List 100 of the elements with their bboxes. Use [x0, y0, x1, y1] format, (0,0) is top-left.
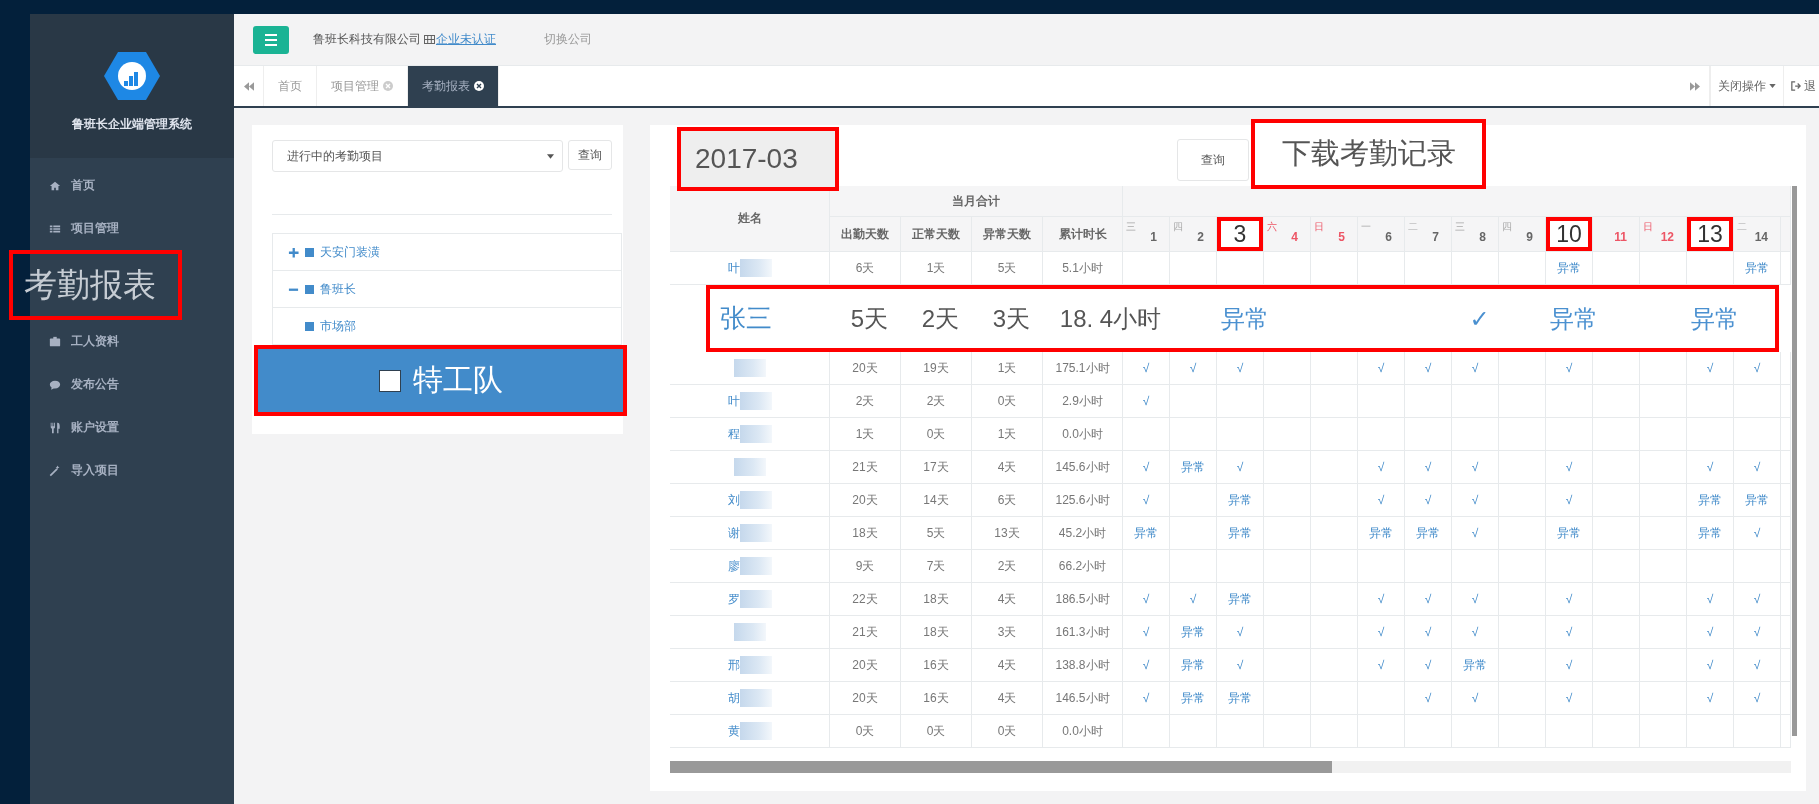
- table-cell[interactable]: √: [1405, 682, 1452, 715]
- table-cell[interactable]: 异常: [1217, 517, 1264, 550]
- table-cell[interactable]: √: [1452, 517, 1499, 550]
- employee-name-link[interactable]: 张三: [710, 301, 834, 336]
- table-cell[interactable]: [1687, 385, 1734, 418]
- table-cell[interactable]: [1499, 418, 1546, 451]
- table-cell[interactable]: 异常: [1405, 517, 1452, 550]
- table-cell[interactable]: √: [1358, 616, 1405, 649]
- table-cell[interactable]: [1593, 550, 1640, 583]
- table-cell[interactable]: [1499, 517, 1546, 550]
- table-cell[interactable]: [1499, 649, 1546, 682]
- table-cell[interactable]: [1593, 583, 1640, 616]
- table-cell[interactable]: √: [1687, 616, 1734, 649]
- sidebar-item[interactable]: 导入项目: [30, 449, 234, 492]
- table-cell[interactable]: 异常: [1687, 517, 1734, 550]
- table-cell[interactable]: [1170, 550, 1217, 583]
- table-cell[interactable]: √: [1687, 583, 1734, 616]
- table-cell[interactable]: √: [1123, 649, 1170, 682]
- table-cell[interactable]: √: [1734, 583, 1781, 616]
- table-cell[interactable]: [1358, 550, 1405, 583]
- table-cell[interactable]: [1264, 649, 1311, 682]
- table-cell[interactable]: √: [1734, 352, 1781, 385]
- table-cell[interactable]: [1499, 484, 1546, 517]
- tab[interactable]: 考勤报表: [408, 66, 499, 106]
- table-cell[interactable]: [1311, 583, 1358, 616]
- table-cell[interactable]: √: [1546, 451, 1593, 484]
- table-cell[interactable]: [1734, 715, 1781, 748]
- table-cell[interactable]: [1499, 550, 1546, 583]
- table-cell[interactable]: [1405, 715, 1452, 748]
- query-button[interactable]: 查询: [1177, 139, 1249, 181]
- sidebar-item[interactable]: 账户设置: [30, 406, 234, 449]
- table-cell[interactable]: √: [1358, 484, 1405, 517]
- tree-item[interactable]: 鲁班长: [273, 271, 621, 308]
- table-cell[interactable]: [1593, 682, 1640, 715]
- table-cell[interactable]: [1264, 715, 1311, 748]
- table-cell[interactable]: [1734, 385, 1781, 418]
- table-cell[interactable]: √: [1452, 583, 1499, 616]
- table-cell[interactable]: [1358, 418, 1405, 451]
- table-cell[interactable]: √: [1123, 682, 1170, 715]
- table-cell[interactable]: [1593, 451, 1640, 484]
- table-cell[interactable]: √: [1734, 616, 1781, 649]
- table-cell[interactable]: [1640, 616, 1687, 649]
- plus-icon[interactable]: [288, 246, 299, 258]
- table-cell[interactable]: √: [1452, 352, 1499, 385]
- table-cell[interactable]: [1311, 682, 1358, 715]
- tab[interactable]: 首页: [264, 66, 317, 106]
- table-cell[interactable]: 异常: [1217, 484, 1264, 517]
- table-cell[interactable]: [1593, 649, 1640, 682]
- table-cell[interactable]: [1687, 550, 1734, 583]
- table-cell[interactable]: [1311, 517, 1358, 550]
- table-cell[interactable]: [1593, 517, 1640, 550]
- table-cell[interactable]: [1593, 616, 1640, 649]
- month-field[interactable]: 2017-03: [677, 127, 839, 191]
- table-cell[interactable]: [1640, 385, 1687, 418]
- table-cell[interactable]: [1170, 385, 1217, 418]
- table-cell[interactable]: [1217, 385, 1264, 418]
- table-cell[interactable]: √: [1358, 649, 1405, 682]
- table-cell[interactable]: √: [1358, 352, 1405, 385]
- table-cell[interactable]: [1311, 451, 1358, 484]
- table-cell[interactable]: 异常: [1217, 682, 1264, 715]
- employee-name-link[interactable]: 黄: [727, 722, 740, 740]
- employee-name-link[interactable]: 叶: [727, 392, 740, 410]
- table-cell[interactable]: √: [1123, 616, 1170, 649]
- table-cell[interactable]: [1593, 352, 1640, 385]
- table-cell[interactable]: √: [1452, 484, 1499, 517]
- table-cell[interactable]: [1546, 385, 1593, 418]
- table-cell[interactable]: 异常: [1217, 583, 1264, 616]
- attendance-mark[interactable]: 异常: [1690, 302, 1739, 335]
- table-cell[interactable]: [1311, 715, 1358, 748]
- table-cell[interactable]: [1640, 451, 1687, 484]
- table-cell[interactable]: [1264, 550, 1311, 583]
- table-cell[interactable]: √: [1358, 451, 1405, 484]
- table-cell[interactable]: [1264, 682, 1311, 715]
- table-cell[interactable]: [1264, 616, 1311, 649]
- table-cell[interactable]: √: [1687, 649, 1734, 682]
- table-cell[interactable]: [1311, 484, 1358, 517]
- table-cell[interactable]: [1358, 385, 1405, 418]
- table-cell[interactable]: √: [1217, 352, 1264, 385]
- table-cell[interactable]: [1170, 418, 1217, 451]
- table-cell[interactable]: [1734, 418, 1781, 451]
- table-cell[interactable]: [1546, 418, 1593, 451]
- table-cell[interactable]: √: [1687, 682, 1734, 715]
- table-cell[interactable]: √: [1452, 616, 1499, 649]
- table-cell[interactable]: [1499, 682, 1546, 715]
- table-cell[interactable]: [1640, 682, 1687, 715]
- table-cell[interactable]: [1217, 418, 1264, 451]
- table-cell[interactable]: √: [1217, 451, 1264, 484]
- table-cell[interactable]: [1640, 418, 1687, 451]
- employee-name-link[interactable]: 胡: [727, 689, 740, 707]
- table-cell[interactable]: [1499, 616, 1546, 649]
- table-cell[interactable]: √: [1452, 682, 1499, 715]
- employee-name-link[interactable]: 廖: [727, 557, 740, 575]
- table-cell[interactable]: √: [1405, 352, 1452, 385]
- table-cell[interactable]: √: [1734, 451, 1781, 484]
- table-cell[interactable]: √: [1217, 616, 1264, 649]
- sidebar-item[interactable]: 工人资料: [30, 320, 234, 363]
- table-cell[interactable]: [1264, 484, 1311, 517]
- table-cell[interactable]: 异常: [1734, 484, 1781, 517]
- table-cell[interactable]: [1170, 715, 1217, 748]
- table-cell[interactable]: [1593, 385, 1640, 418]
